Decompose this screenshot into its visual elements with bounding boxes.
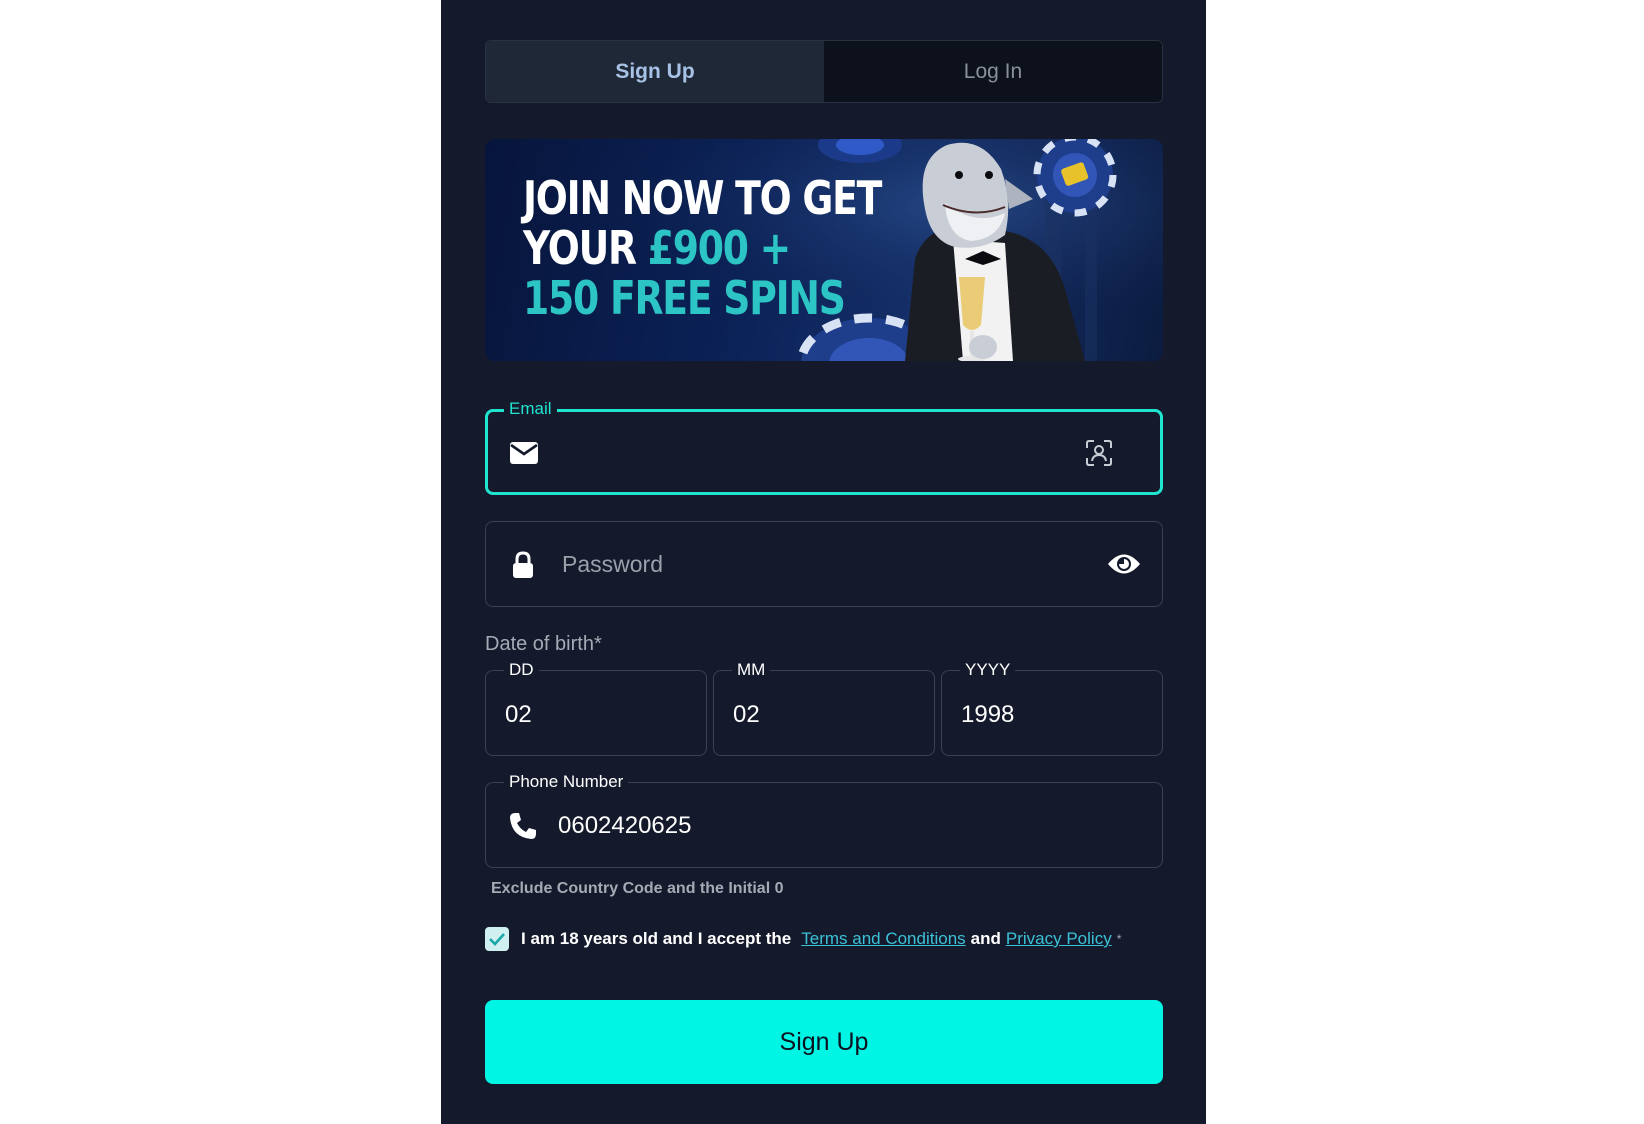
password-input[interactable]: [562, 544, 1042, 584]
terms-text: I am 18 years old and I accept the: [521, 929, 792, 948]
dob-month-label: MM: [732, 659, 771, 681]
phone-label: Phone Number: [504, 771, 629, 793]
dob-day-label: DD: [504, 659, 539, 681]
email-input[interactable]: [564, 432, 1044, 472]
phone-hint: Exclude Country Code and the Initial 0: [491, 880, 784, 897]
banner-line-2-white: YOUR: [523, 221, 648, 275]
dob-day-field[interactable]: DD 02: [485, 659, 707, 756]
phone-icon: [506, 809, 540, 843]
dob-day-value: 02: [505, 701, 532, 728]
auth-tabs: Sign Up Log In: [485, 40, 1163, 103]
checkmark-icon: [489, 933, 505, 946]
tab-sign-up[interactable]: Sign Up: [486, 41, 824, 102]
face-scan-icon[interactable]: [1083, 437, 1115, 469]
dob-month-value: 02: [733, 701, 760, 728]
phone-value: 0602420625: [558, 812, 692, 839]
terms-row: I am 18 years old and I accept the Terms…: [485, 926, 1121, 952]
tab-log-in[interactable]: Log In: [824, 41, 1162, 102]
dob-year-value: 1998: [961, 701, 1015, 728]
dob-month-field[interactable]: MM 02: [713, 659, 935, 756]
terms-link[interactable]: Terms and Conditions: [801, 929, 965, 949]
required-mark: *: [1116, 932, 1122, 946]
banner-headline: JOIN NOW TO GET YOUR £900 + 150 FREE SPI…: [523, 171, 882, 325]
poker-chip-right-icon: [1033, 139, 1117, 217]
terms-checkbox[interactable]: [485, 927, 509, 951]
banner-line-2-teal: £900 +: [647, 221, 792, 275]
phone-field[interactable]: Phone Number 0602420625: [485, 771, 1163, 868]
email-label: Email: [504, 398, 557, 420]
eye-icon[interactable]: [1106, 548, 1142, 580]
envelope-icon: [508, 440, 540, 466]
banner-line-3: 150 FREE SPINS: [523, 271, 846, 325]
lock-icon: [510, 550, 536, 580]
banner-line-1: JOIN NOW TO GET: [523, 171, 882, 225]
promo-banner[interactable]: JOIN NOW TO GET YOUR £900 + 150 FREE SPI…: [485, 139, 1163, 361]
terms-and: and: [970, 929, 1001, 948]
dob-year-label: YYYY: [960, 659, 1016, 681]
dob-label: Date of birth*: [485, 633, 602, 655]
sign-up-button[interactable]: Sign Up: [485, 1000, 1163, 1084]
email-field[interactable]: Email: [485, 398, 1163, 495]
password-field[interactable]: [485, 521, 1163, 607]
privacy-link[interactable]: Privacy Policy: [1006, 929, 1112, 949]
signup-panel: Sign Up Log In JOIN NOW TO GET YOUR £900…: [441, 0, 1206, 1124]
dob-year-field[interactable]: YYYY 1998: [941, 659, 1163, 756]
